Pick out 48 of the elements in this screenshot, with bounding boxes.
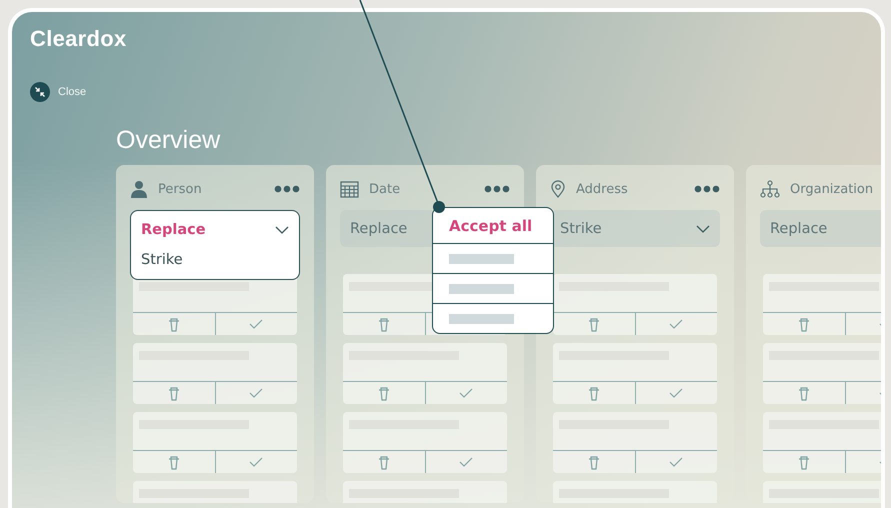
trash-icon xyxy=(376,316,391,332)
calendar-icon xyxy=(340,180,359,198)
dropdown-field[interactable]: Replace xyxy=(340,210,432,247)
check-icon xyxy=(249,388,264,398)
check-icon xyxy=(459,388,474,398)
column-title: Address xyxy=(576,182,629,196)
menu-item-placeholder xyxy=(449,314,514,324)
chevron-icon xyxy=(696,224,710,232)
logo: Cleardox xyxy=(30,26,128,53)
column-title: Date xyxy=(369,182,402,196)
check-icon xyxy=(669,319,684,329)
location-pin-icon xyxy=(550,180,566,198)
close-button[interactable]: Close xyxy=(30,82,86,102)
trash-icon xyxy=(376,454,391,470)
trash-icon xyxy=(376,386,391,400)
column-title: Organization xyxy=(790,182,874,196)
trash-icon xyxy=(796,454,811,470)
more-button[interactable] xyxy=(694,185,720,193)
dropdown-field[interactable]: Replace xyxy=(760,210,881,247)
trash-icon xyxy=(586,386,601,400)
check-icon xyxy=(669,457,684,467)
check-icon xyxy=(669,388,684,398)
column-title: Person xyxy=(158,182,203,196)
trash-icon xyxy=(796,316,811,332)
trash-icon xyxy=(586,316,601,332)
more-button[interactable] xyxy=(484,185,510,193)
check-icon xyxy=(459,457,474,467)
dropdown-option[interactable]: Replace xyxy=(131,215,299,245)
trash-icon xyxy=(166,386,181,400)
check-icon xyxy=(249,319,264,329)
trash-icon xyxy=(166,316,181,332)
collapse-icon xyxy=(30,82,50,102)
menu-item-placeholder xyxy=(449,254,514,264)
more-icon xyxy=(694,185,720,193)
more-icon xyxy=(484,185,510,193)
page-title: Overview xyxy=(116,126,222,155)
hierarchy-icon xyxy=(760,180,780,198)
check-icon xyxy=(249,457,264,467)
more-icon xyxy=(274,185,300,193)
dropdown-list[interactable]: Replace Strike xyxy=(130,210,300,280)
menu-item-placeholder xyxy=(449,284,514,294)
chevron-icon xyxy=(275,226,289,234)
trash-icon xyxy=(586,454,601,470)
more-button[interactable] xyxy=(274,185,300,193)
trash-icon xyxy=(166,454,181,470)
trash-icon xyxy=(796,386,811,400)
dropdown-option[interactable]: Strike xyxy=(131,245,299,275)
person-icon xyxy=(130,180,148,198)
